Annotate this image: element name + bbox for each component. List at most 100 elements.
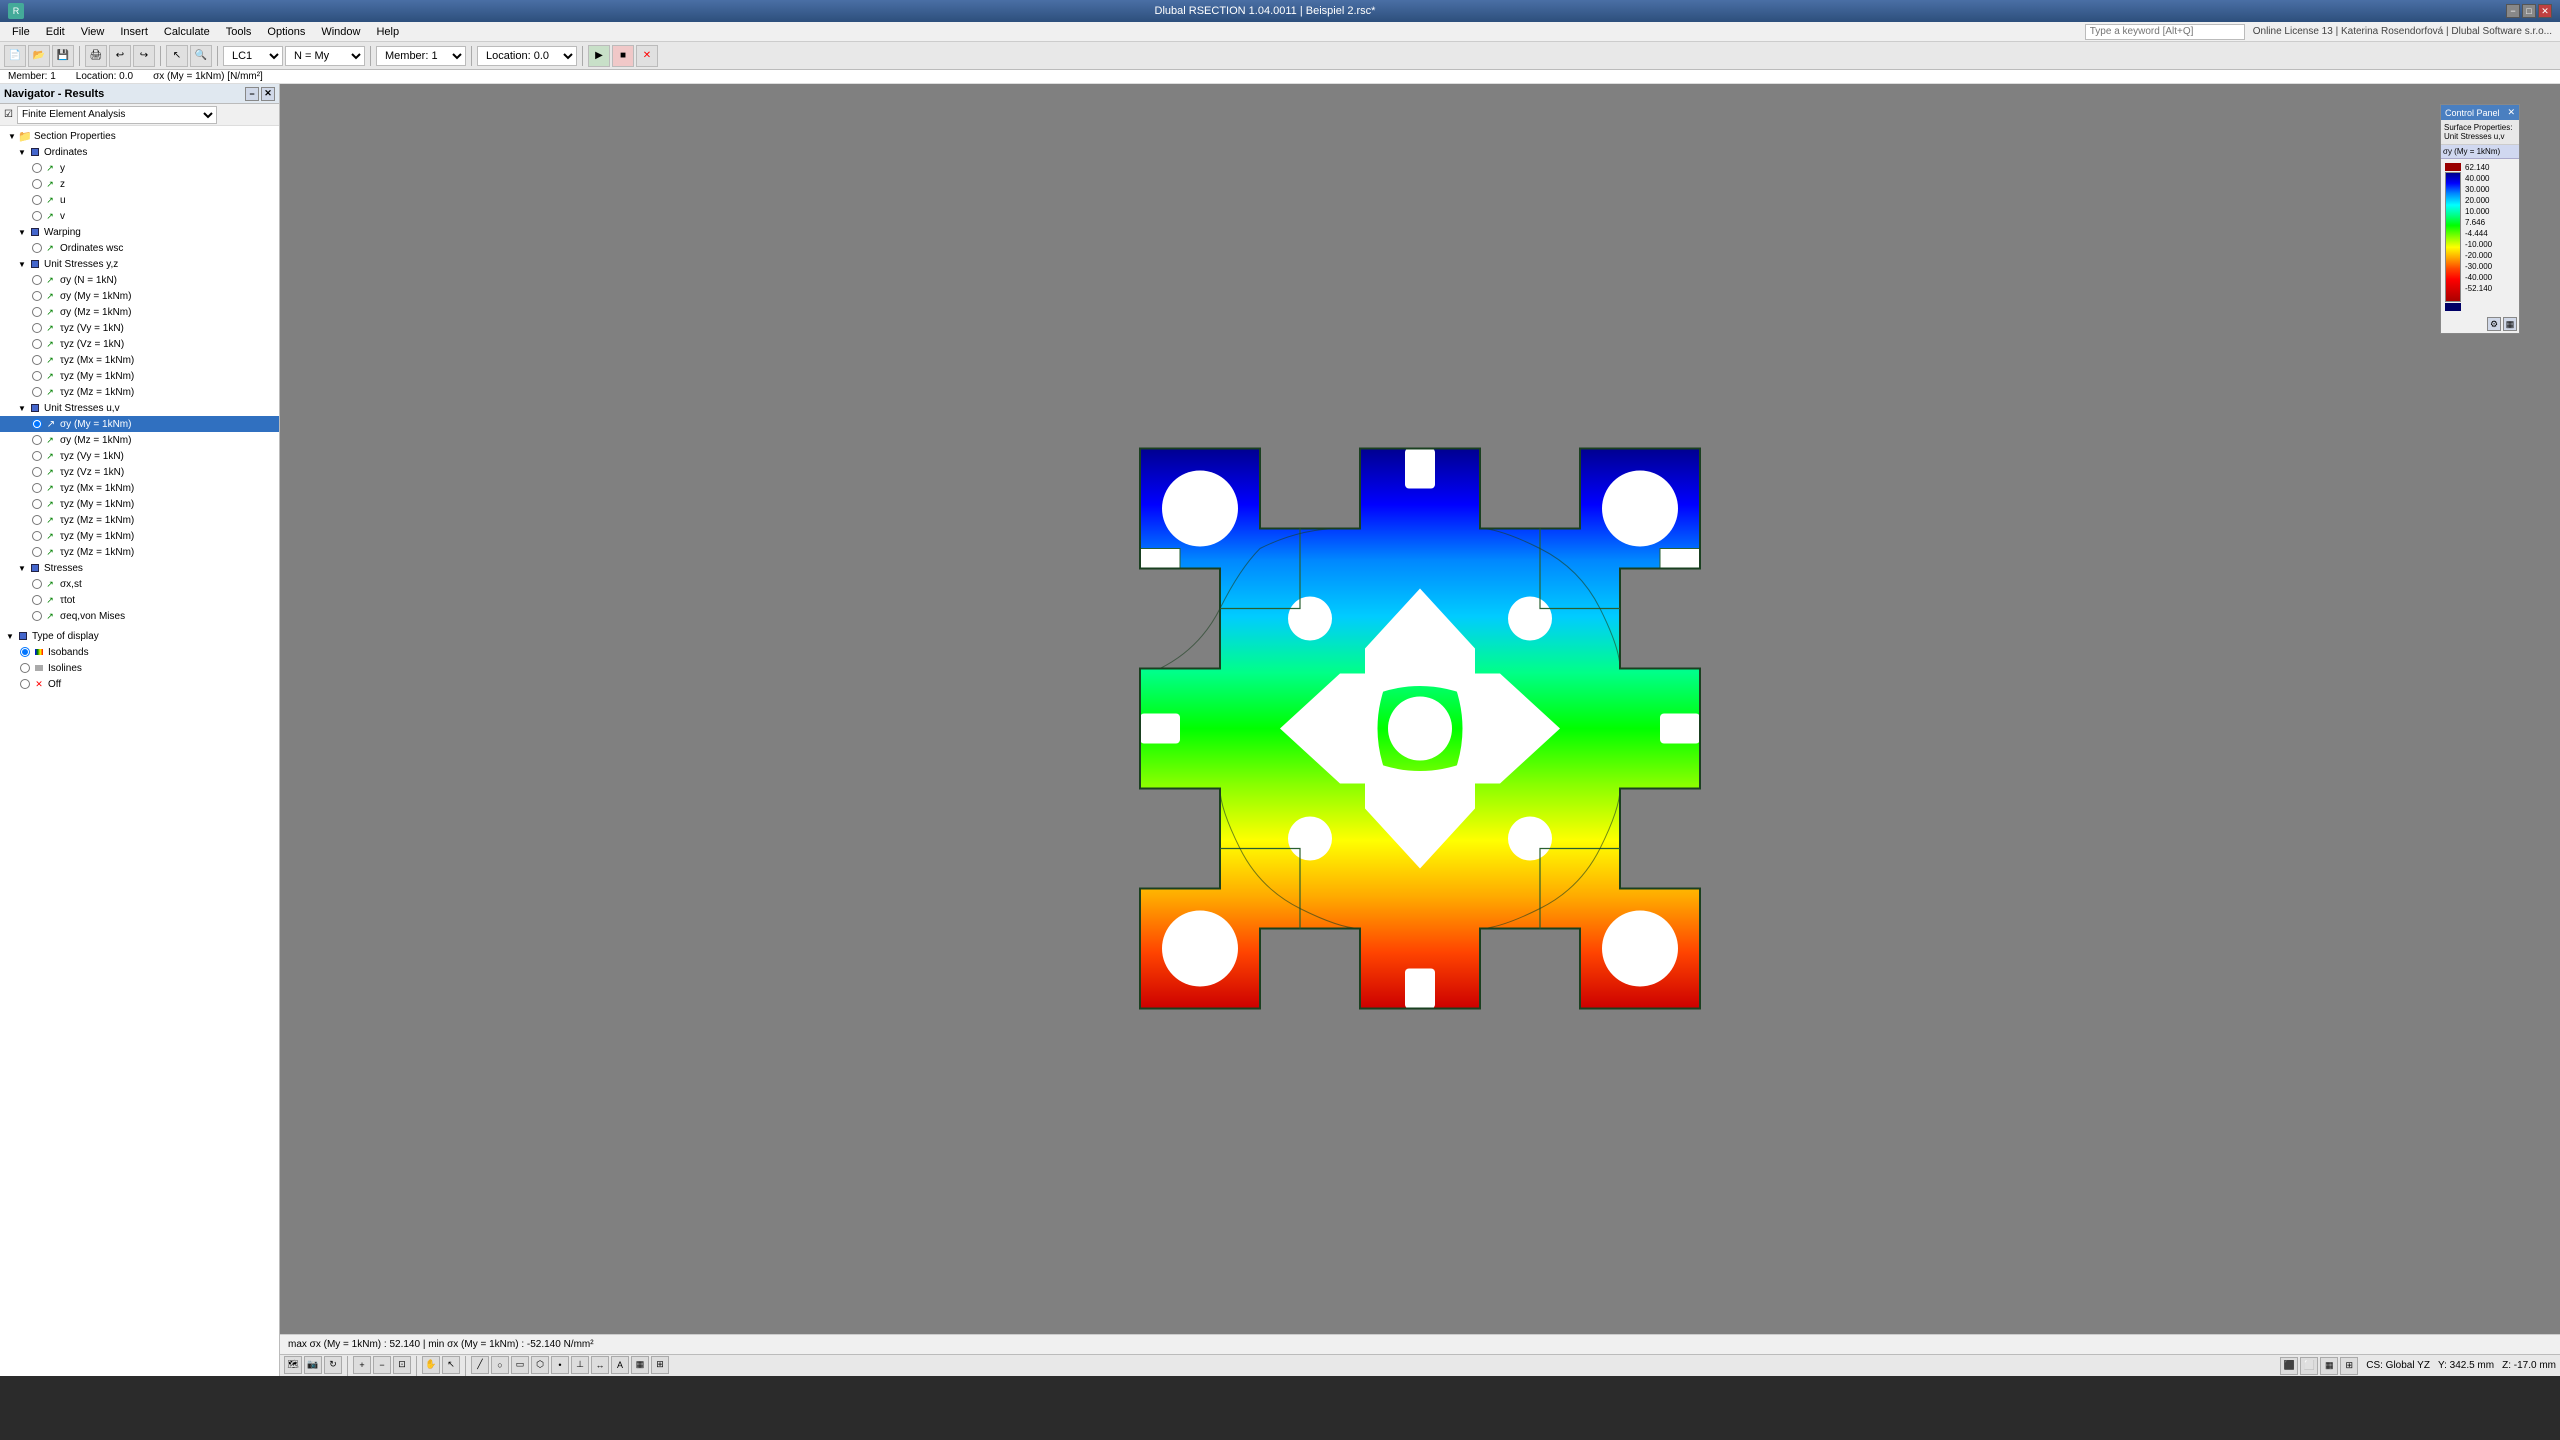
isobands-radio[interactable] [20, 647, 30, 657]
type-display-expand[interactable]: ▼ [4, 630, 16, 642]
view1-btn[interactable]: ⬛ [2280, 1357, 2298, 1375]
new-button[interactable]: 📄 [4, 45, 26, 67]
sigma-n-radio[interactable] [32, 275, 42, 285]
sigma-my-uv-radio[interactable] [32, 435, 42, 445]
sigma-n-uv-item[interactable]: ↗ σy (My = 1kNm) [0, 416, 279, 432]
menu-help[interactable]: Help [368, 24, 407, 40]
constraint-btn[interactable]: ⊥ [571, 1356, 589, 1374]
tau-mxp-radio[interactable] [32, 355, 42, 365]
minimize-button[interactable]: − [2506, 4, 2520, 18]
stop-button[interactable]: ■ [612, 45, 634, 67]
von-mises-item[interactable]: ↗ σeq,von Mises [0, 608, 279, 624]
sigma-n-item[interactable]: ↗ σy (N = 1kN) [0, 272, 279, 288]
tau-mzs-uv-radio[interactable] [32, 515, 42, 525]
tau-vy-uv-item[interactable]: ↗ τyz (Vy = 1kN) [0, 448, 279, 464]
dim-btn[interactable]: ↔ [591, 1356, 609, 1374]
menu-insert[interactable]: Insert [112, 24, 156, 40]
v-radio[interactable] [32, 211, 42, 221]
menu-window[interactable]: Window [313, 24, 368, 40]
camera-btn[interactable]: 📷 [304, 1356, 322, 1374]
hatch-btn[interactable]: ▦ [631, 1356, 649, 1374]
nav-minimize-btn[interactable]: − [245, 87, 259, 101]
legend-table-btn[interactable]: ▦ [2503, 317, 2517, 331]
pan-btn[interactable]: ✋ [422, 1356, 440, 1374]
select-button[interactable]: ↖ [166, 45, 188, 67]
open-button[interactable]: 📂 [28, 45, 50, 67]
sigma-mz-radio[interactable] [32, 307, 42, 317]
tree-area[interactable]: ▼ 📁 Section Properties ▼ Ordinates ↗ y ↗… [0, 126, 279, 1376]
search-input[interactable] [2085, 24, 2245, 40]
print-button[interactable]: 🖨 [85, 45, 107, 67]
section-properties-item[interactable]: ▼ 📁 Section Properties [0, 128, 279, 144]
view3-btn[interactable]: ▦ [2320, 1357, 2338, 1375]
isolines-item[interactable]: Isolines [0, 660, 279, 676]
ordinates-item[interactable]: ▼ Ordinates [0, 144, 279, 160]
line-btn[interactable]: ╱ [471, 1356, 489, 1374]
member-selector[interactable]: Member: 1 [376, 46, 466, 66]
tau-mxp-uv-radio[interactable] [32, 483, 42, 493]
legend-settings-btn[interactable]: ⚙ [2487, 317, 2501, 331]
warping-expand[interactable]: ▼ [16, 226, 28, 238]
nav-close-btn[interactable]: ✕ [261, 87, 275, 101]
rect-btn[interactable]: ▭ [511, 1356, 529, 1374]
n-my-selector[interactable]: N = My [285, 46, 365, 66]
z-item[interactable]: ↗ z [0, 176, 279, 192]
isobands-item[interactable]: Isobands [0, 644, 279, 660]
tau-mxs-uv-radio[interactable] [32, 499, 42, 509]
poly-btn[interactable]: ⬡ [531, 1356, 549, 1374]
type-display-item[interactable]: ▼ Type of display [0, 628, 279, 644]
tau-mxs-radio[interactable] [32, 371, 42, 381]
node-btn[interactable]: • [551, 1356, 569, 1374]
off-item[interactable]: ✕ Off [0, 676, 279, 692]
select-btn[interactable]: ↖ [442, 1356, 460, 1374]
zoom-in-btn[interactable]: + [353, 1356, 371, 1374]
menu-options[interactable]: Options [259, 24, 313, 40]
run-button[interactable]: ▶ [588, 45, 610, 67]
zoom-out-btn[interactable]: − [373, 1356, 391, 1374]
tau-extra1-radio[interactable] [32, 531, 42, 541]
tau-tot-item[interactable]: ↗ τtot [0, 592, 279, 608]
fit-btn[interactable]: ⊡ [393, 1356, 411, 1374]
menu-tools[interactable]: Tools [218, 24, 260, 40]
menu-view[interactable]: View [73, 24, 113, 40]
tau-vz-item[interactable]: ↗ τyz (Vz = 1kN) [0, 336, 279, 352]
ordinates-wsc-radio[interactable] [32, 243, 42, 253]
menu-edit[interactable]: Edit [38, 24, 73, 40]
unit-stresses-yz-expand[interactable]: ▼ [16, 258, 28, 270]
isolines-radio[interactable] [20, 663, 30, 673]
tau-vz-uv-item[interactable]: ↗ τyz (Vz = 1kN) [0, 464, 279, 480]
sigma-xst-radio[interactable] [32, 579, 42, 589]
view-button[interactable]: 🔍 [190, 45, 212, 67]
tau-extra2-item[interactable]: ↗ τyz (Mz = 1kNm) [0, 544, 279, 560]
canvas-area[interactable]: Control Panel ✕ Surface Properties: Unit… [280, 84, 2560, 1376]
ordinates-wsc-item[interactable]: ↗ Ordinates wsc [0, 240, 279, 256]
v-item[interactable]: ↗ v [0, 208, 279, 224]
tau-mzs-radio[interactable] [32, 387, 42, 397]
z-radio[interactable] [32, 179, 42, 189]
maximize-button[interactable]: □ [2522, 4, 2536, 18]
tau-vz-radio[interactable] [32, 339, 42, 349]
y-item[interactable]: ↗ y [0, 160, 279, 176]
redo-button[interactable]: ↪ [133, 45, 155, 67]
section-expand[interactable]: ▼ [6, 130, 18, 142]
ordinates-expand[interactable]: ▼ [16, 146, 28, 158]
unit-stresses-uv-item[interactable]: ▼ Unit Stresses u,v [0, 400, 279, 416]
u-item[interactable]: ↗ u [0, 192, 279, 208]
tau-vy-uv-radio[interactable] [32, 451, 42, 461]
menu-file[interactable]: File [4, 24, 38, 40]
sigma-n-uv-radio[interactable] [32, 419, 42, 429]
tau-vy-radio[interactable] [32, 323, 42, 333]
unit-stresses-yz-item[interactable]: ▼ Unit Stresses y,z [0, 256, 279, 272]
navigator-btn[interactable]: 🗺 [284, 1356, 302, 1374]
close-results-button[interactable]: ✕ [636, 45, 658, 67]
tau-vz-uv-radio[interactable] [32, 467, 42, 477]
u-radio[interactable] [32, 195, 42, 205]
sigma-my-item[interactable]: ↗ σy (My = 1kNm) [0, 288, 279, 304]
tau-mzs-uv-item[interactable]: ↗ τyz (Mz = 1kNm) [0, 512, 279, 528]
sigma-xst-item[interactable]: ↗ σx,st [0, 576, 279, 592]
tau-mzs-item[interactable]: ↗ τyz (Mz = 1kNm) [0, 384, 279, 400]
tau-mxs-item[interactable]: ↗ τyz (My = 1kNm) [0, 368, 279, 384]
close-button[interactable]: ✕ [2538, 4, 2552, 18]
circle-btn[interactable]: ○ [491, 1356, 509, 1374]
y-radio[interactable] [32, 163, 42, 173]
